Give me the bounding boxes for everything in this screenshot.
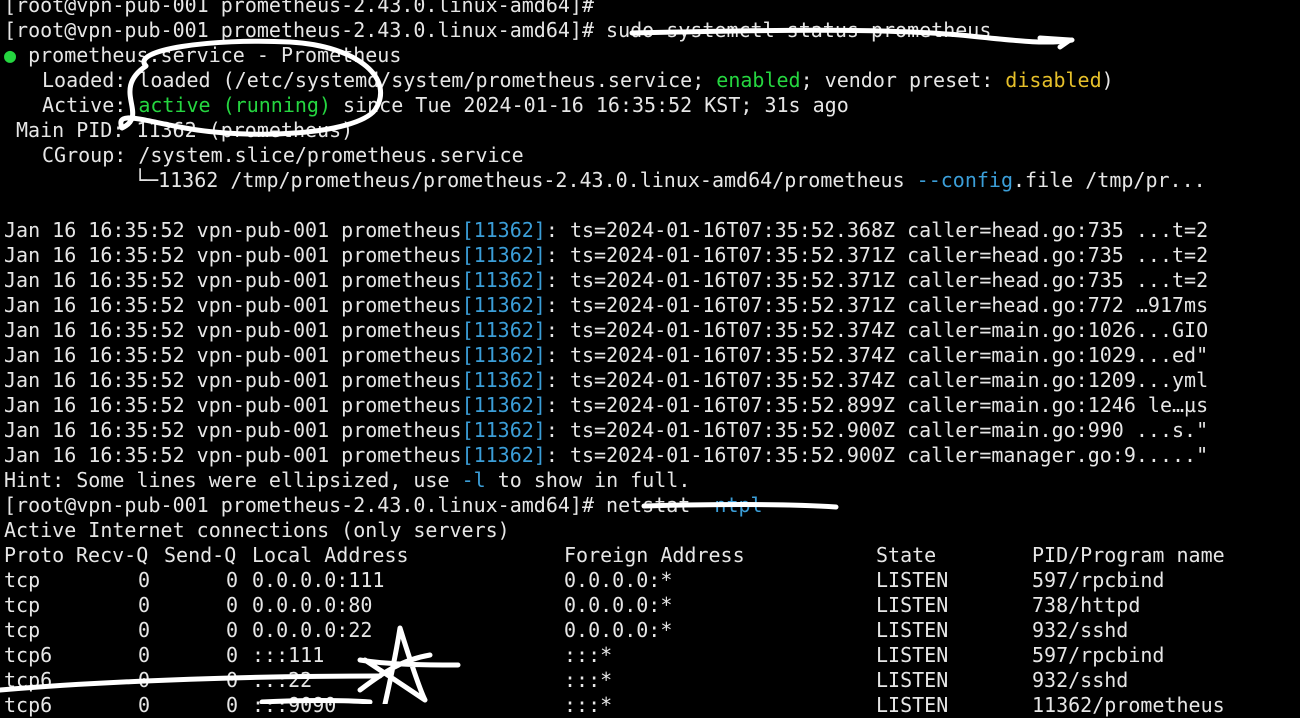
cell: 0.0.0.0:111 (252, 568, 385, 592)
cell: 597/rpcbind (1032, 568, 1165, 592)
cell: 738/httpd (1032, 593, 1141, 617)
cell: 0 (137, 593, 150, 617)
enabled-badge: enabled (716, 68, 801, 92)
cell: 0 (225, 693, 238, 717)
cgroup-line: CGroup: /system.slice/prometheus.service (42, 143, 524, 167)
table-header: Proto Recv-Q Send-Q Local Address Foreign Ad… (4, 543, 1300, 568)
cell: tcp6 (4, 693, 53, 717)
log-line: Jan 16 16:35:52 vpn-pub-001 prometheus[1… (4, 218, 1209, 242)
cell: 0 (137, 618, 150, 642)
cell: 0 (225, 593, 238, 617)
cell: Local Address (252, 543, 409, 567)
cell: 0.0.0.0:22 (252, 618, 373, 642)
log-line: Jan 16 16:35:52 vpn-pub-001 prometheus[1… (4, 293, 1209, 317)
cell: 0.0.0.0:80 (252, 593, 373, 617)
cell: LISTEN (876, 643, 949, 667)
netstat-table: Proto Recv-Q Send-Q Local Address Foreign Ad… (4, 543, 1300, 718)
cell: 932/sshd (1032, 668, 1129, 692)
log-line: Jan 16 16:35:52 vpn-pub-001 prometheus[1… (4, 268, 1209, 292)
table-row: tcp 0 0 0.0.0.0:80 0.0.0.0:* LISTEN 738/httpd (4, 593, 1300, 618)
cell: 0 (225, 643, 238, 667)
active-line: Active: active (running) since Tue 2024-… (42, 93, 849, 117)
cell: LISTEN (876, 593, 949, 617)
cgroup-process-line: └─11362 /tmp/prometheus/prometheus-2.43.… (134, 168, 1206, 192)
table-row: tcp6 0 0:::111:::* LISTEN 597/rpcbind (4, 643, 1300, 668)
cell: :::22 (252, 668, 313, 692)
cell: LISTEN (876, 568, 949, 592)
cell: :::9090 (252, 693, 337, 717)
cell: :::* (564, 693, 613, 717)
cell: 0 (225, 618, 238, 642)
cell: tcp (4, 593, 41, 617)
cell: 932/sshd (1032, 618, 1129, 642)
status-dot-icon: ● (4, 43, 17, 67)
prompt-line-partial: [root@vpn-pub-001 prometheus-2.43.0.linu… (4, 0, 1300, 18)
log-line: Jan 16 16:35:52 vpn-pub-001 prometheus[1… (4, 318, 1209, 342)
prompt-text: [root@vpn-pub-001 prometheus-2.43.0.linu… (4, 0, 595, 17)
command-line-netstat: [root@vpn-pub-001 prometheus-2.43.0.linu… (4, 493, 763, 517)
cell: State (876, 543, 937, 567)
log-line: Jan 16 16:35:52 vpn-pub-001 prometheus[1… (4, 443, 1209, 467)
cell: 0 (137, 568, 150, 592)
cell: 0 (225, 668, 238, 692)
table-row: tcp6 0 0:::22:::* LISTEN 932/sshd (4, 668, 1300, 693)
netstat-title: Active Internet connections (only server… (4, 518, 510, 542)
command-text: netstat (594, 493, 703, 517)
hint-line: Hint: Some lines were ellipsized, use -l… (4, 468, 691, 492)
service-title: ● prometheus.service - Prometheus (4, 43, 402, 67)
loaded-line: Loaded: loaded (/etc/systemd/system/prom… (42, 68, 1114, 92)
cell: tcp6 (4, 643, 53, 667)
journal-log-list: Jan 16 16:35:52 vpn-pub-001 prometheus[1… (4, 218, 1300, 468)
cell: 0.0.0.0:* (564, 568, 673, 592)
cell: :::* (564, 668, 613, 692)
prompt-text: [root@vpn-pub-001 prometheus-2.43.0.linu… (4, 493, 595, 517)
cell: tcp (4, 568, 41, 592)
cell: Proto (4, 543, 65, 567)
cell: 0 (137, 668, 150, 692)
cell: LISTEN (876, 693, 949, 717)
cell: :::111 (252, 643, 325, 667)
cell: PID/Program name (1032, 543, 1225, 567)
cell: LISTEN (876, 668, 949, 692)
cell: Recv-Q (76, 543, 149, 567)
cell: 0 (137, 643, 150, 667)
cell: 0.0.0.0:* (564, 618, 673, 642)
log-line: Jan 16 16:35:52 vpn-pub-001 prometheus[1… (4, 418, 1209, 442)
command-line-systemctl: [root@vpn-pub-001 prometheus-2.43.0.linu… (4, 18, 1300, 43)
cell: :::* (564, 643, 613, 667)
table-row: tcp6 0 0:::9090:::* LISTEN 11362/prometheus (4, 693, 1300, 718)
log-line: Jan 16 16:35:52 vpn-pub-001 prometheus[1… (4, 368, 1209, 392)
command-text: sudo systemctl status prometheus (594, 18, 992, 42)
cell: Send-Q (164, 543, 237, 567)
prompt-text: [root@vpn-pub-001 prometheus-2.43.0.linu… (4, 18, 595, 42)
active-status: active (running) (138, 93, 331, 117)
log-line: Jan 16 16:35:52 vpn-pub-001 prometheus[1… (4, 343, 1209, 367)
table-row: tcp 0 0 0.0.0.0:111 0.0.0.0:* LISTEN 597/rpcbi… (4, 568, 1300, 593)
table-row: tcp 0 0 0.0.0.0:22 0.0.0.0:* LISTEN 932/sshd (4, 618, 1300, 643)
cell: LISTEN (876, 618, 949, 642)
mainpid-line: Main PID: 11362 (prometheus) (16, 118, 354, 142)
terminal-output[interactable]: [root@vpn-pub-001 prometheus-2.43.0.linu… (4, 0, 1300, 718)
cell: tcp (4, 618, 41, 642)
cell: 11362/prometheus (1032, 693, 1225, 717)
cell: 0 (225, 568, 238, 592)
cell: 0.0.0.0:* (564, 593, 673, 617)
cell: tcp6 (4, 668, 53, 692)
cell: Foreign Address (564, 543, 745, 567)
cell: 597/rpcbind (1032, 643, 1165, 667)
log-line: Jan 16 16:35:52 vpn-pub-001 prometheus[1… (4, 243, 1209, 267)
cell: 0 (137, 693, 150, 717)
disabled-badge: disabled (1005, 68, 1102, 92)
log-line: Jan 16 16:35:52 vpn-pub-001 prometheus[1… (4, 393, 1209, 417)
